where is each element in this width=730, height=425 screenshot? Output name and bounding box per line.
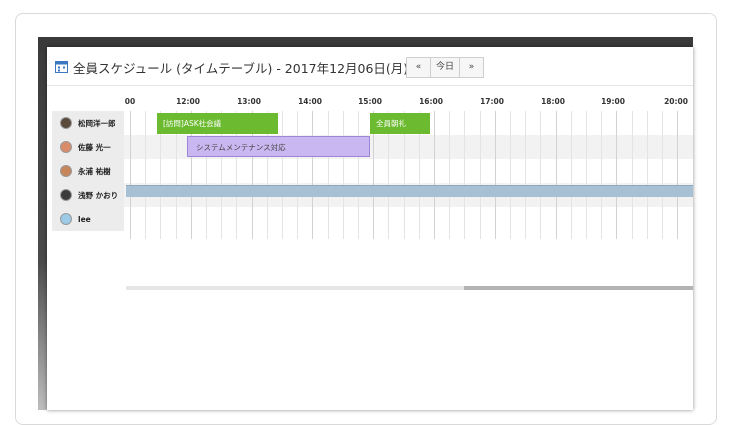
user-name: 浅野 かおり — [78, 190, 119, 200]
calendar-icon — [55, 61, 68, 73]
hour-header: 00 12:00 13:00 14:00 15:00 16:00 17:00 1… — [52, 97, 693, 111]
grid-line — [479, 111, 481, 239]
grid-line — [464, 111, 466, 239]
date-navigation: « 今日 » — [406, 57, 484, 78]
grid-line — [525, 111, 527, 239]
grid-line — [282, 111, 283, 239]
grid-line — [662, 111, 663, 239]
grid-line — [631, 111, 633, 239]
hour-label: 15:00 — [358, 97, 382, 106]
horizontal-scrollbar[interactable] — [126, 286, 693, 290]
dialog-title: 全員スケジュール (タイムテーブル) - 2017年12月06日(月) — [73, 61, 409, 76]
grid-line — [570, 111, 572, 239]
dialog-header: 全員スケジュール (タイムテーブル) - 2017年12月06日(月) « 今日… — [47, 47, 693, 86]
today-button[interactable]: 今日 — [430, 57, 460, 78]
grid-line — [312, 111, 314, 239]
avatar-icon — [60, 189, 72, 201]
avatar-icon — [60, 117, 72, 129]
event-block[interactable]: システムメンテナンス対応 — [187, 136, 370, 157]
grid-line — [616, 111, 618, 239]
all-day-bar[interactable] — [126, 185, 693, 197]
grid-line — [130, 111, 131, 239]
hour-label: 14:00 — [298, 97, 322, 106]
scrollbar-thumb[interactable] — [464, 286, 693, 290]
hour-label: 00 — [124, 97, 136, 106]
grid-line — [586, 111, 587, 239]
schedule-dialog: 全員スケジュール (タイムテーブル) - 2017年12月06日(月) « 今日… — [47, 47, 693, 410]
grid-line — [555, 111, 557, 239]
avatar-icon — [60, 165, 72, 177]
hour-label: 13:00 — [237, 97, 261, 106]
user-name: lee — [78, 214, 91, 224]
grid-line — [677, 111, 679, 239]
grid-line — [297, 111, 299, 239]
grid-line — [145, 111, 147, 239]
hour-label: 18:00 — [541, 97, 565, 106]
event-block[interactable]: [訪問]ASK社会議 — [157, 113, 278, 134]
grid-line — [342, 111, 344, 239]
user-cell[interactable]: 永浦 祐樹 — [52, 159, 124, 184]
hour-label: 12:00 — [176, 97, 200, 106]
avatar-icon — [60, 141, 72, 153]
grid-line — [646, 111, 648, 239]
user-name: 松岡洋一郎 — [78, 118, 116, 128]
grid-line — [449, 111, 451, 239]
hour-label: 17:00 — [480, 97, 504, 106]
event-block[interactable]: 全員朝礼 — [370, 113, 430, 134]
avatar-icon — [60, 213, 72, 225]
next-day-button[interactable]: » — [459, 57, 484, 78]
grid-line — [510, 111, 511, 239]
hour-label: 19:00 — [601, 97, 625, 106]
prev-day-button[interactable]: « — [406, 57, 431, 78]
user-cell[interactable]: 浅野 かおり — [52, 183, 124, 208]
grid-line — [540, 111, 542, 239]
grid-line — [358, 111, 359, 239]
hour-label: 20:00 — [664, 97, 688, 106]
user-name: 永浦 祐樹 — [78, 166, 111, 176]
grid-line — [494, 111, 496, 239]
user-cell[interactable]: lee — [52, 207, 124, 232]
timetable: 00 12:00 13:00 14:00 15:00 16:00 17:00 1… — [52, 97, 693, 297]
user-cell[interactable]: 松岡洋一郎 — [52, 111, 124, 136]
grid-line — [327, 111, 329, 239]
user-name: 佐藤 光一 — [78, 142, 111, 152]
grid-line — [601, 111, 603, 239]
hour-label: 16:00 — [419, 97, 443, 106]
user-cell[interactable]: 佐藤 光一 — [52, 135, 124, 160]
grid-line — [434, 111, 435, 239]
